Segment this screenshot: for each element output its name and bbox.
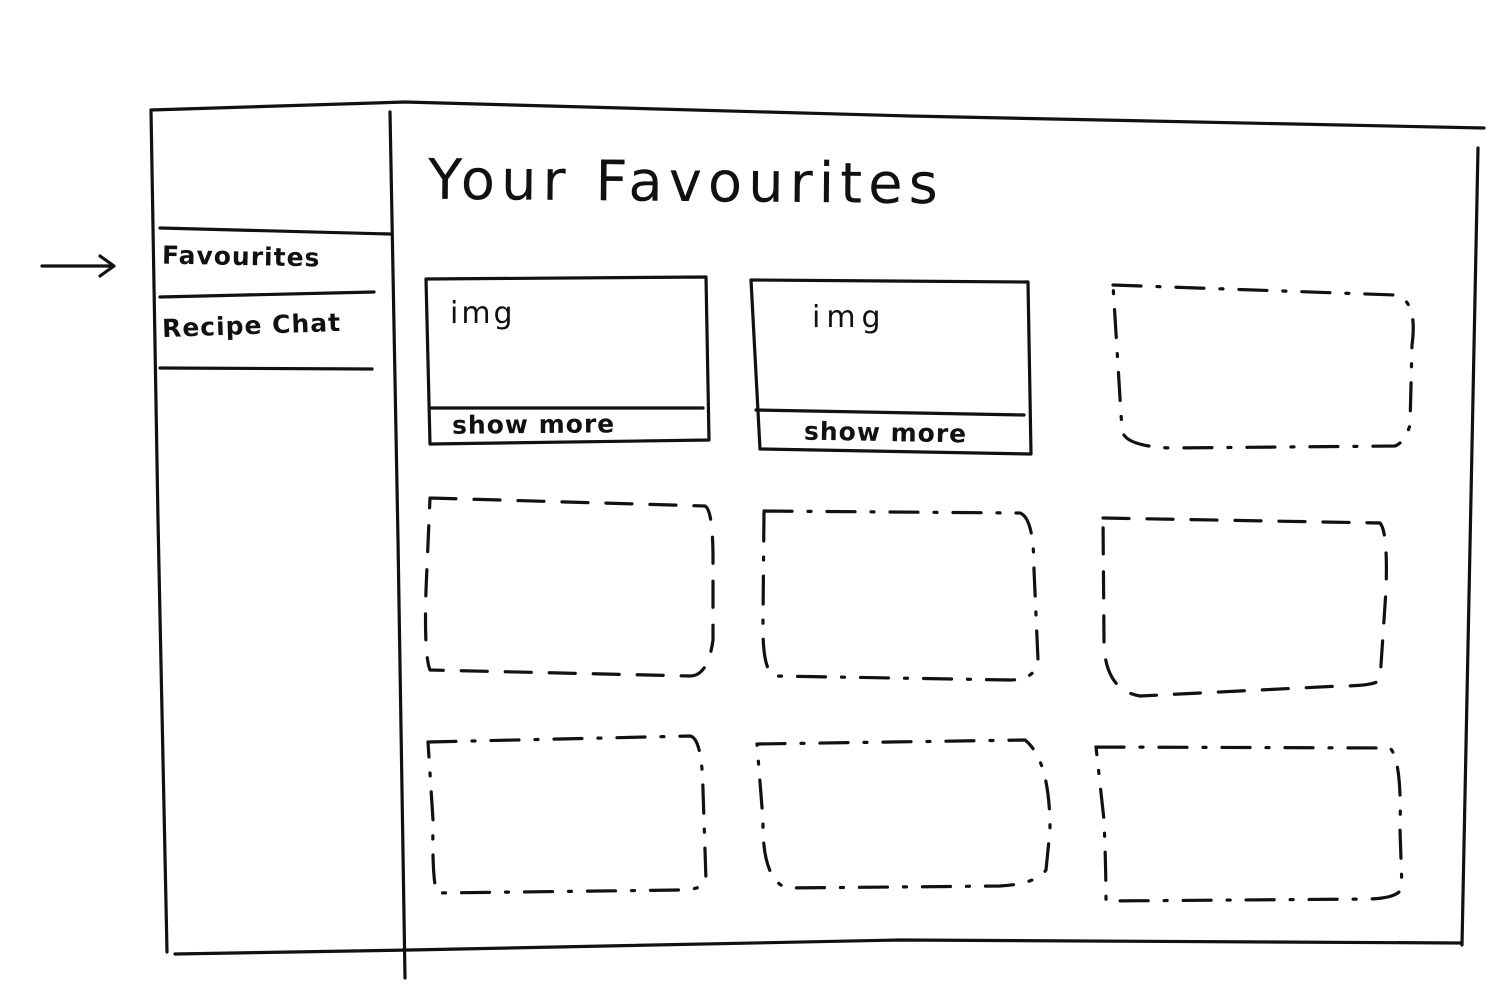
- show-more-label: show more: [451, 409, 616, 440]
- sidebar-separator: [158, 366, 374, 371]
- selection-arrow-icon: [40, 254, 116, 278]
- placeholder-slot: [1094, 745, 1404, 903]
- window-frame: [149, 100, 1486, 956]
- recipe-image-placeholder: img: [812, 300, 887, 335]
- placeholder-slot: [755, 738, 1052, 890]
- placeholder-slot: [423, 496, 715, 678]
- placeholder-slot: [426, 734, 708, 895]
- placeholder-slot: [1101, 516, 1388, 698]
- show-more-label: show more: [803, 416, 968, 449]
- sketch-ink: [40, 100, 1486, 980]
- wireframe-sketch: Your Favourites Favourites Recipe Chat i…: [0, 0, 1507, 990]
- sidebar-item-label: Favourites: [161, 240, 321, 273]
- recipe-image-placeholder: img: [450, 296, 516, 331]
- sidebar-divider: [388, 110, 407, 980]
- placeholder-slot: [1111, 283, 1415, 450]
- placeholder-slot: [761, 509, 1040, 682]
- page-title: Your Favourites: [427, 147, 945, 218]
